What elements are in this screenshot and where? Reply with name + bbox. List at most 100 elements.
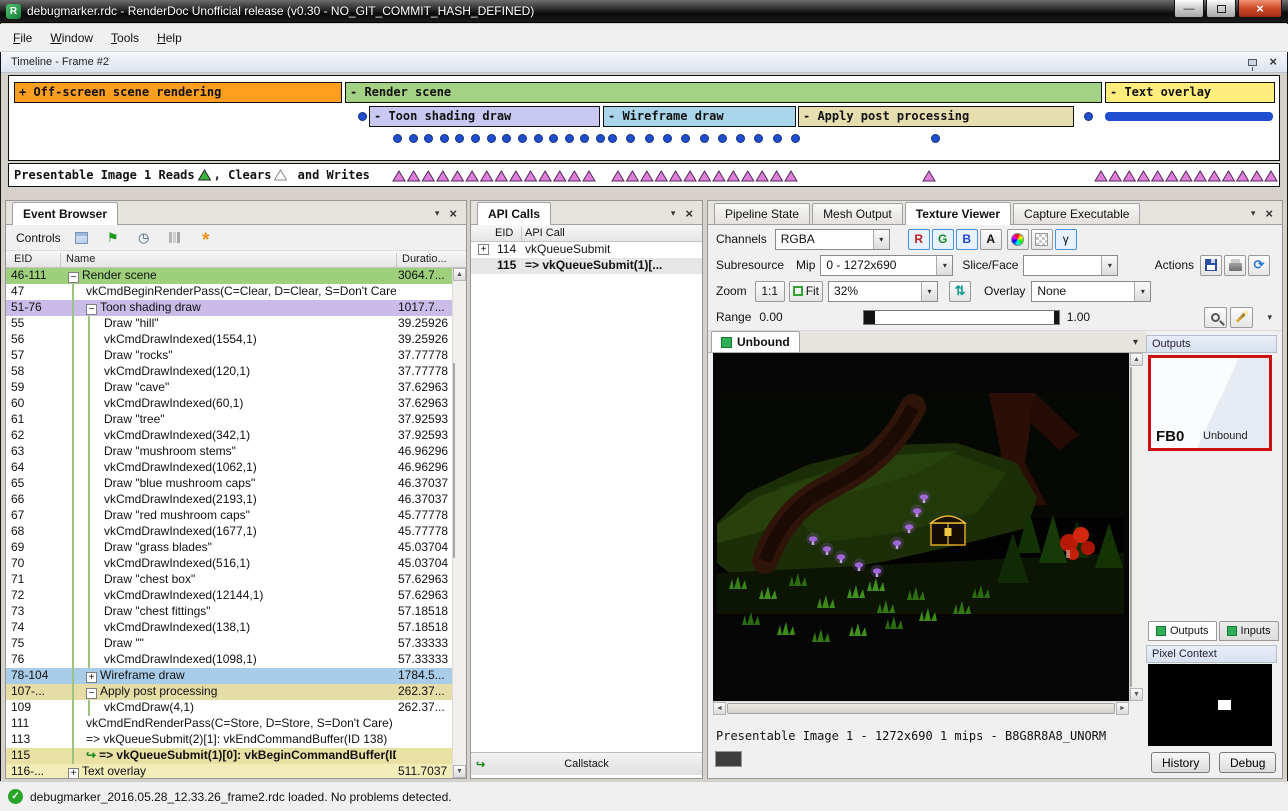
draw-call-dot[interactable] (681, 134, 690, 143)
timeline-grid-icon[interactable] (72, 228, 92, 248)
event-row-75[interactable]: 75Draw ""57.33333 (6, 636, 452, 652)
export-button[interactable] (1224, 255, 1246, 276)
toolbar-overflow-icon[interactable]: ▾ (1267, 312, 1272, 323)
maximize-button[interactable] (1206, 0, 1236, 18)
event-row-72[interactable]: 72vkCmdDrawIndexed(12144,1)57.62963 (6, 588, 452, 604)
scrollbar-thumb[interactable] (1130, 367, 1132, 687)
history-button[interactable]: History (1151, 752, 1210, 773)
scroll-right-icon[interactable]: ► (1116, 702, 1129, 715)
draw-call-dot[interactable] (754, 134, 763, 143)
timeline-presentable-row[interactable]: Presentable Image 1 Reads , Clears and W… (8, 163, 1280, 187)
expand-icon[interactable]: + (478, 244, 489, 255)
col-duration[interactable]: Duratio... (402, 253, 447, 265)
draw-call-dot[interactable] (502, 134, 511, 143)
texture-horizontal-scrollbar[interactable]: ◄ ► (713, 701, 1129, 715)
event-row-51-76[interactable]: 51-76−Toon shading draw1017.7... (6, 300, 452, 316)
callstack-section[interactable]: ↪ Callstack (471, 752, 702, 775)
alpha-channel-button[interactable]: A (980, 229, 1002, 250)
panel-close-icon[interactable]: × (449, 209, 457, 219)
zoom-range-button[interactable] (1204, 307, 1227, 328)
event-row-69[interactable]: 69Draw "grass blades"45.03704 (6, 540, 452, 556)
draw-call-dot[interactable] (608, 134, 617, 143)
event-row-70[interactable]: 70vkCmdDrawIndexed(516,1)45.03704 (6, 556, 452, 572)
event-row-63[interactable]: 63Draw "mushroom stems"46.96296 (6, 444, 452, 460)
draw-call-dot[interactable] (580, 134, 589, 143)
draw-call-dot[interactable] (565, 134, 574, 143)
event-row-66[interactable]: 66vkCmdDrawIndexed(2193,1)46.37037 (6, 492, 452, 508)
draw-call-dot[interactable] (645, 134, 654, 143)
tab-outputs[interactable]: Outputs (1148, 621, 1217, 641)
checker-background-button[interactable] (1031, 229, 1053, 250)
sliceface-select[interactable]: ▾ (1023, 255, 1118, 276)
draw-call-dot[interactable] (534, 134, 543, 143)
col-api-call[interactable]: API Call (525, 227, 565, 239)
draw-call-dot[interactable] (424, 134, 433, 143)
blue-channel-button[interactable]: B (956, 229, 978, 250)
zoom-1to1-button[interactable]: 1:1 (755, 281, 785, 302)
dock-dropdown-icon[interactable]: ▾ (435, 208, 440, 219)
event-row-107-...[interactable]: 107-...−Apply post processing262.37... (6, 684, 452, 700)
draw-call-dot[interactable] (358, 112, 367, 121)
draw-call-dot[interactable] (1084, 112, 1093, 121)
tab-capture-executable[interactable]: Capture Executable (1013, 203, 1140, 224)
menu-tools[interactable]: Tools (102, 28, 148, 48)
zoom-fit-button[interactable]: Fit (789, 281, 823, 302)
event-row-76[interactable]: 76vkCmdDrawIndexed(1098,1)57.33333 (6, 652, 452, 668)
timeline-bar[interactable]: - Apply post processing (798, 106, 1074, 127)
draw-call-dot[interactable] (518, 134, 527, 143)
scroll-up-icon[interactable]: ▲ (1130, 353, 1143, 366)
api-row-115[interactable]: 115=> vkQueueSubmit(1)[... (471, 258, 702, 274)
scrollbar-thumb[interactable] (727, 703, 1115, 714)
timeline-track[interactable]: + Off-screen scene rendering- Render sce… (8, 75, 1280, 161)
timeline-bar[interactable]: - Text overlay (1105, 82, 1275, 103)
texture-display[interactable] (713, 353, 1129, 701)
draw-call-dot[interactable] (791, 134, 800, 143)
menu-help[interactable]: Help (148, 28, 191, 48)
range-white-point-handle[interactable] (1054, 311, 1059, 324)
time-durations-icon[interactable]: ◷ (134, 228, 154, 248)
range-slider[interactable] (863, 310, 1060, 325)
event-row-62[interactable]: 62vkCmdDrawIndexed(342,1)37.92593 (6, 428, 452, 444)
event-row-116-...[interactable]: 116-...+Text overlay511.7037 (6, 764, 452, 778)
pin-icon[interactable] (1248, 59, 1257, 66)
bookmark-flag-icon[interactable]: ⚑ (103, 228, 123, 248)
collapse-icon[interactable]: − (86, 304, 97, 315)
texture-list-dropdown-icon[interactable]: ▾ (1133, 337, 1146, 352)
expand-icon[interactable]: + (68, 768, 79, 778)
save-texture-button[interactable] (1200, 255, 1222, 276)
event-row-71[interactable]: 71Draw "chest box"57.62963 (6, 572, 452, 588)
draw-call-dot[interactable] (663, 134, 672, 143)
event-row-59[interactable]: 59Draw "cave"37.62963 (6, 380, 452, 396)
collapse-icon[interactable]: − (68, 272, 79, 283)
draw-call-dot[interactable] (773, 134, 782, 143)
draw-call-dot[interactable] (718, 134, 727, 143)
panel-close-icon[interactable]: × (1265, 209, 1273, 219)
col-eid[interactable]: EID (14, 253, 32, 265)
draw-call-dot[interactable] (455, 134, 464, 143)
event-row-47[interactable]: 47vkCmdBeginRenderPass(C=Clear, D=Clear,… (6, 284, 452, 300)
draw-call-dot[interactable] (931, 134, 940, 143)
close-button[interactable]: × (1238, 0, 1282, 18)
texture-tab-unbound[interactable]: Unbound (711, 331, 800, 352)
draw-call-dot[interactable] (440, 134, 449, 143)
tab-inputs[interactable]: Inputs (1219, 621, 1279, 641)
draw-call-dot[interactable] (409, 134, 418, 143)
event-row-68[interactable]: 68vkCmdDrawIndexed(1677,1)45.77778 (6, 524, 452, 540)
tab-event-browser[interactable]: Event Browser (12, 202, 118, 225)
scroll-up-icon[interactable]: ▲ (453, 268, 466, 281)
draw-call-dot[interactable] (596, 134, 605, 143)
merged-draws-pill[interactable] (1105, 112, 1273, 121)
menu-window[interactable]: Window (41, 28, 102, 48)
statistics-chart-icon[interactable] (165, 228, 185, 248)
pixel-context-view[interactable] (1148, 664, 1272, 746)
event-row-78-104[interactable]: 78-104+Wireframe draw1784.5... (6, 668, 452, 684)
event-row-73[interactable]: 73Draw "chest fittings"57.18518 (6, 604, 452, 620)
mip-select[interactable]: 0 - 1272x690▾ (820, 255, 953, 276)
tab-texture-viewer[interactable]: Texture Viewer (905, 202, 1011, 225)
gamma-button[interactable]: γ (1055, 229, 1077, 250)
col-name[interactable]: Name (66, 253, 95, 265)
zoom-select[interactable]: 32%▾ (828, 281, 938, 302)
event-row-46-111[interactable]: 46-111−Render scene3064.7... (6, 268, 452, 284)
col-eid[interactable]: EID (495, 227, 513, 239)
channels-select[interactable]: RGBA▾ (775, 229, 890, 250)
